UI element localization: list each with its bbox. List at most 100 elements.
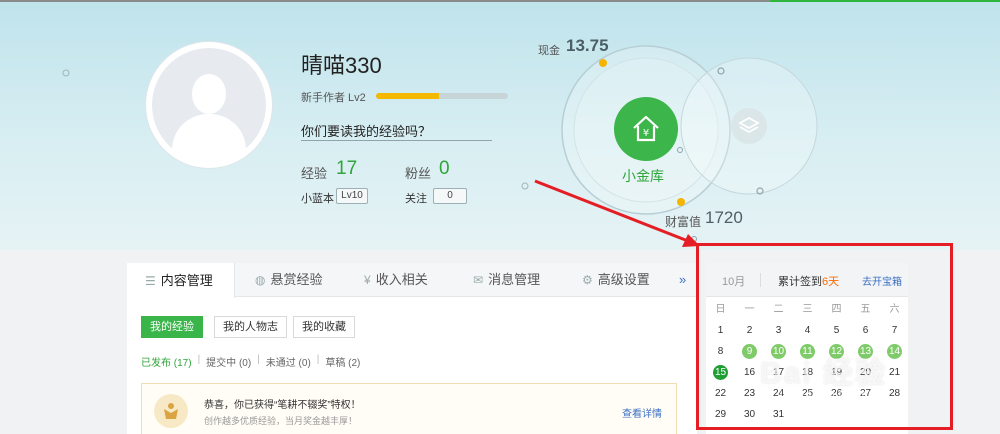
subtab-my-profiles[interactable]: 我的人物志 bbox=[214, 316, 287, 338]
calendar-day: 2 bbox=[735, 320, 764, 341]
filter-submitting[interactable]: 提交中 (0) bbox=[206, 354, 251, 369]
coin-icon: ◍ bbox=[255, 273, 266, 287]
weekday-header: 日 bbox=[715, 304, 726, 315]
calendar-day-number: 5 bbox=[833, 325, 840, 336]
motto-underline bbox=[301, 140, 492, 141]
subtab-my-favorites[interactable]: 我的收藏 bbox=[293, 316, 355, 338]
tab-label: 高级设置 bbox=[597, 272, 650, 287]
fans-value[interactable]: 0 bbox=[439, 158, 450, 180]
cash-label: 现金 bbox=[538, 45, 560, 57]
calendar-day-number: 29 bbox=[714, 409, 727, 420]
calendar-day-number: 2 bbox=[746, 325, 753, 336]
tab-income[interactable]: ¥ 收入相关 bbox=[364, 263, 464, 297]
calendar-day-number: 22 bbox=[714, 388, 727, 399]
calendar-day: 4 bbox=[793, 320, 822, 341]
tab-bounty-experience[interactable]: ◍ 悬赏经验 bbox=[255, 263, 355, 297]
follow-count-badge[interactable]: 0 bbox=[433, 188, 467, 204]
mail-icon: ✉ bbox=[473, 273, 484, 287]
notice-subtitle: 创作越多优质经验，当月奖金越丰厚！ bbox=[204, 416, 358, 426]
calendar-day-number: 3 bbox=[775, 325, 782, 336]
bluebook-level-badge[interactable]: Lv10 bbox=[336, 188, 368, 204]
view-details-link[interactable]: 查看详情 bbox=[622, 405, 662, 420]
award-notice: 恭喜，你已获得“笔耕不辍奖”特权！ 创作越多优质经验，当月奖金越丰厚！ 查看详情 bbox=[141, 383, 677, 434]
tab-label: 内容管理 bbox=[160, 272, 213, 288]
open-treasure-link[interactable]: 去开宝箱 bbox=[862, 273, 902, 288]
tab-label: 悬赏经验 bbox=[270, 272, 323, 287]
calendar-day-number: 8 bbox=[717, 346, 724, 357]
tab-content-management[interactable]: ☰ 内容管理 bbox=[127, 263, 235, 298]
weekday-header: 五 bbox=[860, 304, 871, 315]
calendar-day-number: 21 bbox=[888, 367, 901, 378]
layers-icon bbox=[738, 116, 760, 134]
weekday-header: 六 bbox=[889, 304, 900, 315]
calendar-day-number: 6 bbox=[862, 325, 869, 336]
default-avatar-icon bbox=[152, 48, 266, 162]
calendar-day-number: 7 bbox=[891, 325, 898, 336]
cash-value: 13.75 bbox=[566, 36, 609, 55]
calendar-divider bbox=[760, 273, 761, 287]
calendar-day-number: 14 bbox=[887, 344, 902, 359]
yen-icon: ¥ bbox=[364, 273, 371, 287]
calendar-day-number: 9 bbox=[742, 344, 757, 359]
calendar-day: 3 bbox=[764, 320, 793, 341]
profile-motto[interactable]: 你们要读我的经验吗？ bbox=[301, 121, 431, 140]
tab-messages[interactable]: ✉ 消息管理 bbox=[473, 263, 573, 297]
gear-icon: ⚙ bbox=[582, 273, 593, 287]
list-icon: ☰ bbox=[145, 273, 156, 288]
filter-divider: | bbox=[257, 354, 260, 365]
calendar-day-number: 30 bbox=[743, 409, 756, 420]
notice-title: 恭喜，你已获得“笔耕不辍奖”特权！ bbox=[204, 400, 361, 411]
level-progress-bar bbox=[376, 93, 508, 99]
calendar-day: 1 bbox=[706, 320, 735, 341]
tab-label: 收入相关 bbox=[375, 272, 428, 287]
calendar-day-number: 23 bbox=[743, 388, 756, 399]
calendar-day: 6 bbox=[851, 320, 880, 341]
calendar-day-number: 16 bbox=[743, 367, 756, 378]
watermark-url: jingyan.baidu.com bbox=[780, 389, 878, 400]
calendar-day: 8 bbox=[706, 341, 735, 362]
calendar-day: 5 bbox=[822, 320, 851, 341]
tab-bar: ☰ 内容管理 ◍ 悬赏经验 ¥ 收入相关 ✉ 消息管理 ⚙ 高级设置 » bbox=[127, 263, 697, 298]
weekday-header: 四 bbox=[831, 304, 842, 315]
treasure-layers-button[interactable] bbox=[731, 108, 767, 144]
weekday-header: 二 bbox=[773, 304, 784, 315]
calendar-day-number: 1 bbox=[717, 325, 724, 336]
tab-label: 消息管理 bbox=[488, 272, 541, 287]
calendar-day-number: 15 bbox=[713, 365, 728, 380]
calendar-day-number: 31 bbox=[772, 409, 785, 420]
weekday-header: 一 bbox=[744, 304, 755, 315]
wealth-value: 1720 bbox=[705, 208, 743, 227]
calendar-day-number: 28 bbox=[888, 388, 901, 399]
bluebook-label: 小蓝本 bbox=[301, 193, 334, 205]
tab-advanced-settings[interactable]: ⚙ 高级设置 bbox=[582, 263, 682, 297]
wealth-label: 财富值 bbox=[665, 215, 702, 229]
weekday-header: 三 bbox=[802, 304, 813, 315]
calendar-day-number: 4 bbox=[804, 325, 811, 336]
calendar-header: 10月 累计签到6天 去开宝箱 bbox=[706, 263, 908, 297]
trophy-person-icon bbox=[154, 394, 188, 428]
signin-prefix: 累计签到 bbox=[778, 276, 822, 288]
avatar[interactable] bbox=[146, 42, 272, 168]
watermark-logo: Bai 经验 bbox=[760, 357, 888, 390]
filter-drafts[interactable]: 草稿 (2) bbox=[325, 354, 360, 369]
calendar-day: 7 bbox=[880, 320, 909, 341]
calendar-day-today: 15 bbox=[706, 362, 735, 383]
subtab-my-experience[interactable]: 我的经验 bbox=[141, 316, 203, 338]
filter-published[interactable]: 已发布 (17) bbox=[141, 354, 192, 369]
filter-divider: | bbox=[197, 354, 201, 365]
calendar-day: 29 bbox=[706, 404, 735, 425]
status-filters: 已发布 (17) | 提交中 (0) | 未通过 (0) | 草稿 (2) bbox=[141, 354, 360, 369]
tabs-more-icon[interactable]: » bbox=[679, 263, 686, 297]
vault-label[interactable]: 小金库 bbox=[622, 166, 664, 186]
follow-label: 关注 bbox=[405, 193, 427, 205]
calendar-day: 30 bbox=[735, 404, 764, 425]
experience-label: 经验 bbox=[301, 166, 328, 181]
filter-rejected[interactable]: 未通过 (0) bbox=[266, 354, 311, 369]
content-management-panel: ☰ 内容管理 ◍ 悬赏经验 ¥ 收入相关 ✉ 消息管理 ⚙ 高级设置 » 我的经… bbox=[127, 263, 697, 434]
vault-button[interactable]: ¥ bbox=[614, 97, 678, 161]
calendar-month: 10月 bbox=[722, 276, 746, 288]
filter-divider: | bbox=[316, 354, 320, 365]
experience-value[interactable]: 17 bbox=[336, 158, 357, 180]
level-progress-fill bbox=[376, 93, 440, 99]
svg-text:¥: ¥ bbox=[643, 128, 649, 139]
